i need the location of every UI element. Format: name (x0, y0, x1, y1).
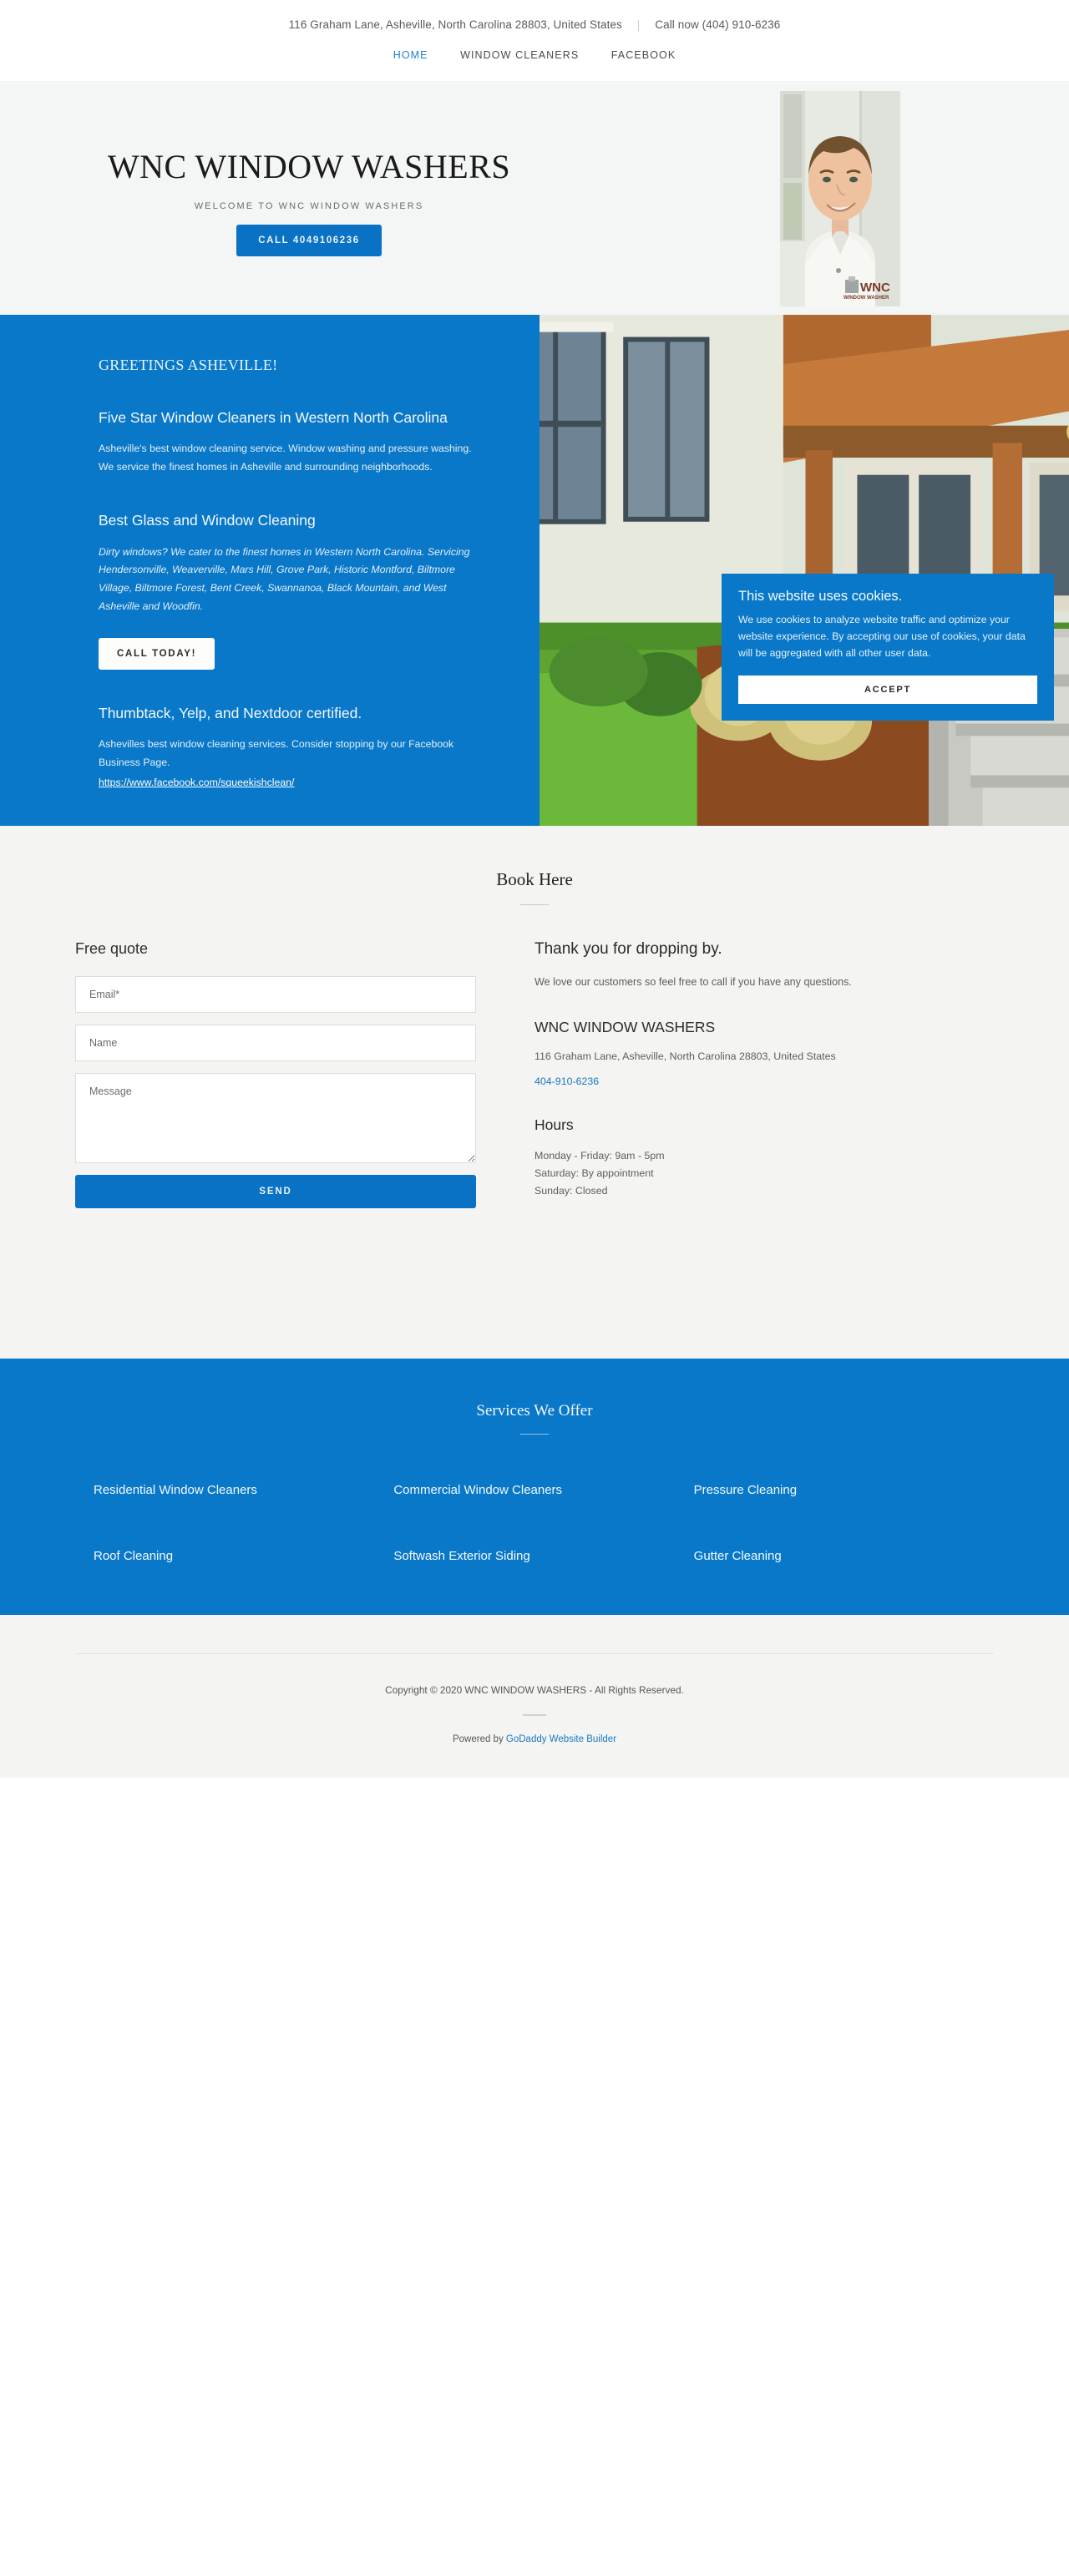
service-gutter-cleaning[interactable]: Gutter Cleaning (694, 1549, 994, 1563)
feature-section: GREETINGS ASHEVILLE! Five Star Window Cl… (0, 315, 1069, 826)
svg-text:WINDOW WASHER: WINDOW WASHER (844, 296, 889, 301)
main-navigation: HOME WINDOW CLEANERS FACEBOOK (0, 31, 1069, 81)
email-field[interactable] (75, 976, 476, 1013)
top-info-bar: 116 Graham Lane, Asheville, North Caroli… (0, 0, 1069, 31)
services-grid: Residential Window Cleaners Commercial W… (75, 1435, 994, 1563)
quote-form-column: Free quote SEND (75, 940, 526, 1208)
book-section: Book Here Free quote SEND Thank you for … (0, 826, 1069, 1359)
service-residential-window-cleaners[interactable]: Residential Window Cleaners (94, 1483, 393, 1497)
hours-weekday: Monday - Friday: 9am - 5pm (534, 1149, 665, 1161)
nav-item-facebook[interactable]: FACEBOOK (611, 49, 676, 61)
service-roof-cleaning[interactable]: Roof Cleaning (94, 1549, 393, 1563)
page-title: WNC WINDOW WASHERS (107, 148, 511, 185)
feature-paragraph-1: Asheville's best window cleaning service… (99, 443, 472, 473)
feature-house-image (540, 315, 1069, 826)
hero-section: WNC WINDOW WASHERS WELCOME TO WNC WINDOW… (0, 81, 1069, 315)
book-here-heading: Book Here (496, 869, 573, 889)
svg-text:WNC: WNC (860, 281, 890, 295)
copyright-text: Copyright © 2020 WNC WINDOW WASHERS - Al… (385, 1684, 684, 1696)
feature-text-column: GREETINGS ASHEVILLE! Five Star Window Cl… (0, 315, 540, 826)
hero-text-block: WNC WINDOW WASHERS WELCOME TO WNC WINDOW… (75, 148, 543, 256)
service-softwash-exterior-siding[interactable]: Softwash Exterior Siding (393, 1549, 693, 1563)
business-name-heading: WNC WINDOW WASHERS (534, 1018, 716, 1035)
send-button[interactable]: SEND (75, 1175, 476, 1208)
services-section: Services We Offer Residential Window Cle… (0, 1359, 1069, 1615)
info-separator: | (636, 18, 641, 31)
service-commercial-window-cleaners[interactable]: Commercial Window Cleaners (393, 1483, 693, 1497)
business-address: 116 Graham Lane, Asheville, North Caroli… (288, 18, 622, 31)
hours-heading: Hours (534, 1116, 574, 1133)
footer-divider (75, 1653, 994, 1654)
cookie-consent-banner: This website uses cookies. We use cookie… (722, 574, 1054, 721)
message-field[interactable] (75, 1073, 476, 1163)
hours-sunday: Sunday: Closed (534, 1185, 608, 1197)
top-info-line: 116 Graham Lane, Asheville, North Caroli… (0, 18, 1069, 31)
nav-item-window-cleaners[interactable]: WINDOW CLEANERS (460, 49, 579, 61)
cookie-title: This website uses cookies. (738, 589, 903, 604)
free-quote-heading: Free quote (75, 940, 149, 957)
call-now-text[interactable]: Call now (404) 910-6236 (655, 18, 780, 31)
powered-by-prefix: Powered by (452, 1734, 506, 1744)
call-today-button[interactable]: CALL TODAY! (99, 638, 215, 670)
contact-paragraph: We love our customers so feel free to ca… (534, 976, 852, 988)
hours-saturday: Saturday: By appointment (534, 1167, 654, 1180)
feature-heading-2: Best Glass and Window Cleaning (99, 512, 316, 529)
house-illustration (540, 315, 1069, 826)
contact-info-column: Thank you for dropping by. We love our c… (526, 940, 994, 1208)
service-pressure-cleaning[interactable]: Pressure Cleaning (694, 1483, 994, 1497)
thank-you-heading: Thank you for dropping by. (534, 940, 722, 958)
services-heading: Services We Offer (476, 1402, 593, 1420)
greeting-heading: GREETINGS ASHEVILLE! (99, 357, 278, 373)
feature-paragraph-3: Ashevilles best window cleaning services… (99, 738, 454, 769)
portrait-illustration: WNC WINDOW WASHER (780, 91, 900, 306)
hero-subtitle: WELCOME TO WNC WINDOW WASHERS (194, 201, 424, 211)
name-field[interactable] (75, 1025, 476, 1061)
facebook-page-link[interactable]: https://www.facebook.com/squeekishclean/ (99, 774, 294, 792)
feature-paragraph-2: Dirty windows? We cater to the finest ho… (99, 545, 470, 613)
page-footer: Copyright © 2020 WNC WINDOW WASHERS - Al… (0, 1615, 1069, 1778)
hero-portrait-photo: WNC WINDOW WASHER (780, 91, 900, 306)
powered-by-text: Powered by GoDaddy Website Builder (0, 1734, 1069, 1744)
hero-call-button[interactable]: CALL 4049106236 (236, 225, 382, 256)
cookie-accept-button[interactable]: ACCEPT (738, 675, 1037, 704)
nav-item-home[interactable]: HOME (393, 49, 428, 61)
contact-address: 116 Graham Lane, Asheville, North Caroli… (534, 1050, 836, 1062)
feature-heading-3: Thumbtack, Yelp, and Nextdoor certified. (99, 705, 362, 721)
contact-phone-link[interactable]: 404-910-6236 (534, 1075, 599, 1087)
hours-list: Monday - Friday: 9am - 5pm Saturday: By … (534, 1147, 994, 1201)
feature-heading-1: Five Star Window Cleaners in Western Nor… (99, 409, 448, 426)
godaddy-website-builder-link[interactable]: GoDaddy Website Builder (506, 1734, 616, 1744)
cookie-body: We use cookies to analyze website traffi… (738, 614, 1026, 659)
footer-dash (523, 1714, 546, 1716)
